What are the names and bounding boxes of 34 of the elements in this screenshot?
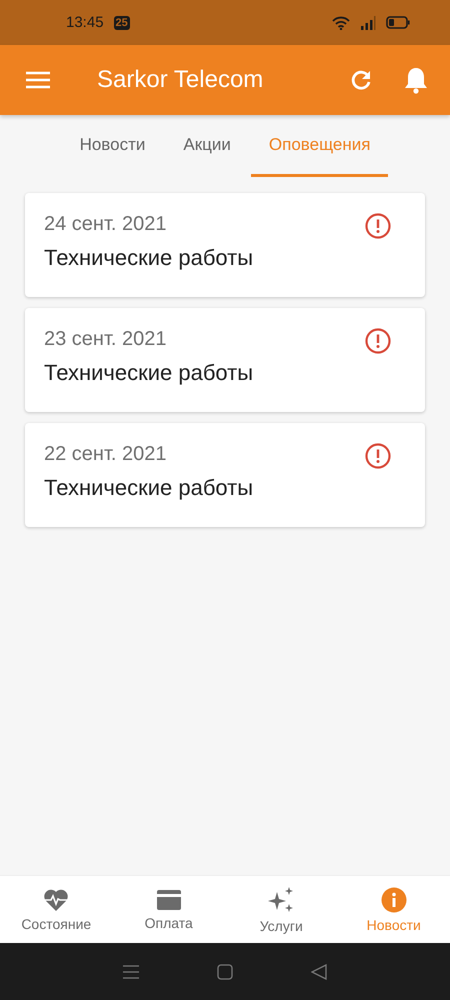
bell-icon: [404, 66, 428, 94]
alert-icon: [365, 213, 391, 239]
refresh-icon: [350, 69, 372, 91]
info-icon: [380, 886, 407, 912]
alert-card[interactable]: 23 сент. 2021 Технические работы: [25, 308, 425, 412]
wifi-icon: [332, 16, 350, 30]
alert-date: 23 сент. 2021: [44, 328, 168, 351]
nav-item[interactable]: Оплата: [112, 876, 225, 943]
nav-item[interactable]: Состояние: [0, 876, 112, 943]
alert-date: 22 сент. 2021: [44, 443, 168, 466]
alert-icon: [365, 443, 391, 469]
alert-icon: [365, 328, 391, 354]
home-icon[interactable]: [217, 964, 233, 980]
battery-icon: [386, 16, 410, 29]
alert-title: Технические работы: [44, 245, 254, 271]
heartbeat-icon: [43, 888, 70, 912]
alert-title: Технические работы: [44, 360, 254, 386]
tab[interactable]: Новости: [62, 127, 164, 177]
nav-item[interactable]: Услуги: [225, 876, 338, 943]
back-icon[interactable]: [311, 964, 327, 980]
card-icon: [156, 888, 182, 910]
notification-badge: 25: [114, 16, 130, 30]
tab[interactable]: Акции: [165, 127, 249, 177]
recent-apps-icon[interactable]: [123, 964, 139, 978]
app-title: Sarkor Telecom: [97, 66, 264, 94]
menu-icon: [26, 71, 50, 89]
clock: 13:45: [66, 14, 104, 31]
alert-date: 24 сент. 2021: [44, 213, 168, 236]
signal-icon: [360, 16, 376, 30]
alert-card[interactable]: 24 сент. 2021 Технические работы: [25, 193, 425, 297]
sparkles-icon: [267, 886, 296, 914]
alert-card[interactable]: 22 сент. 2021 Технические работы: [25, 423, 425, 527]
alert-title: Технические работы: [44, 475, 254, 501]
nav-item[interactable]: Новости: [338, 876, 450, 943]
